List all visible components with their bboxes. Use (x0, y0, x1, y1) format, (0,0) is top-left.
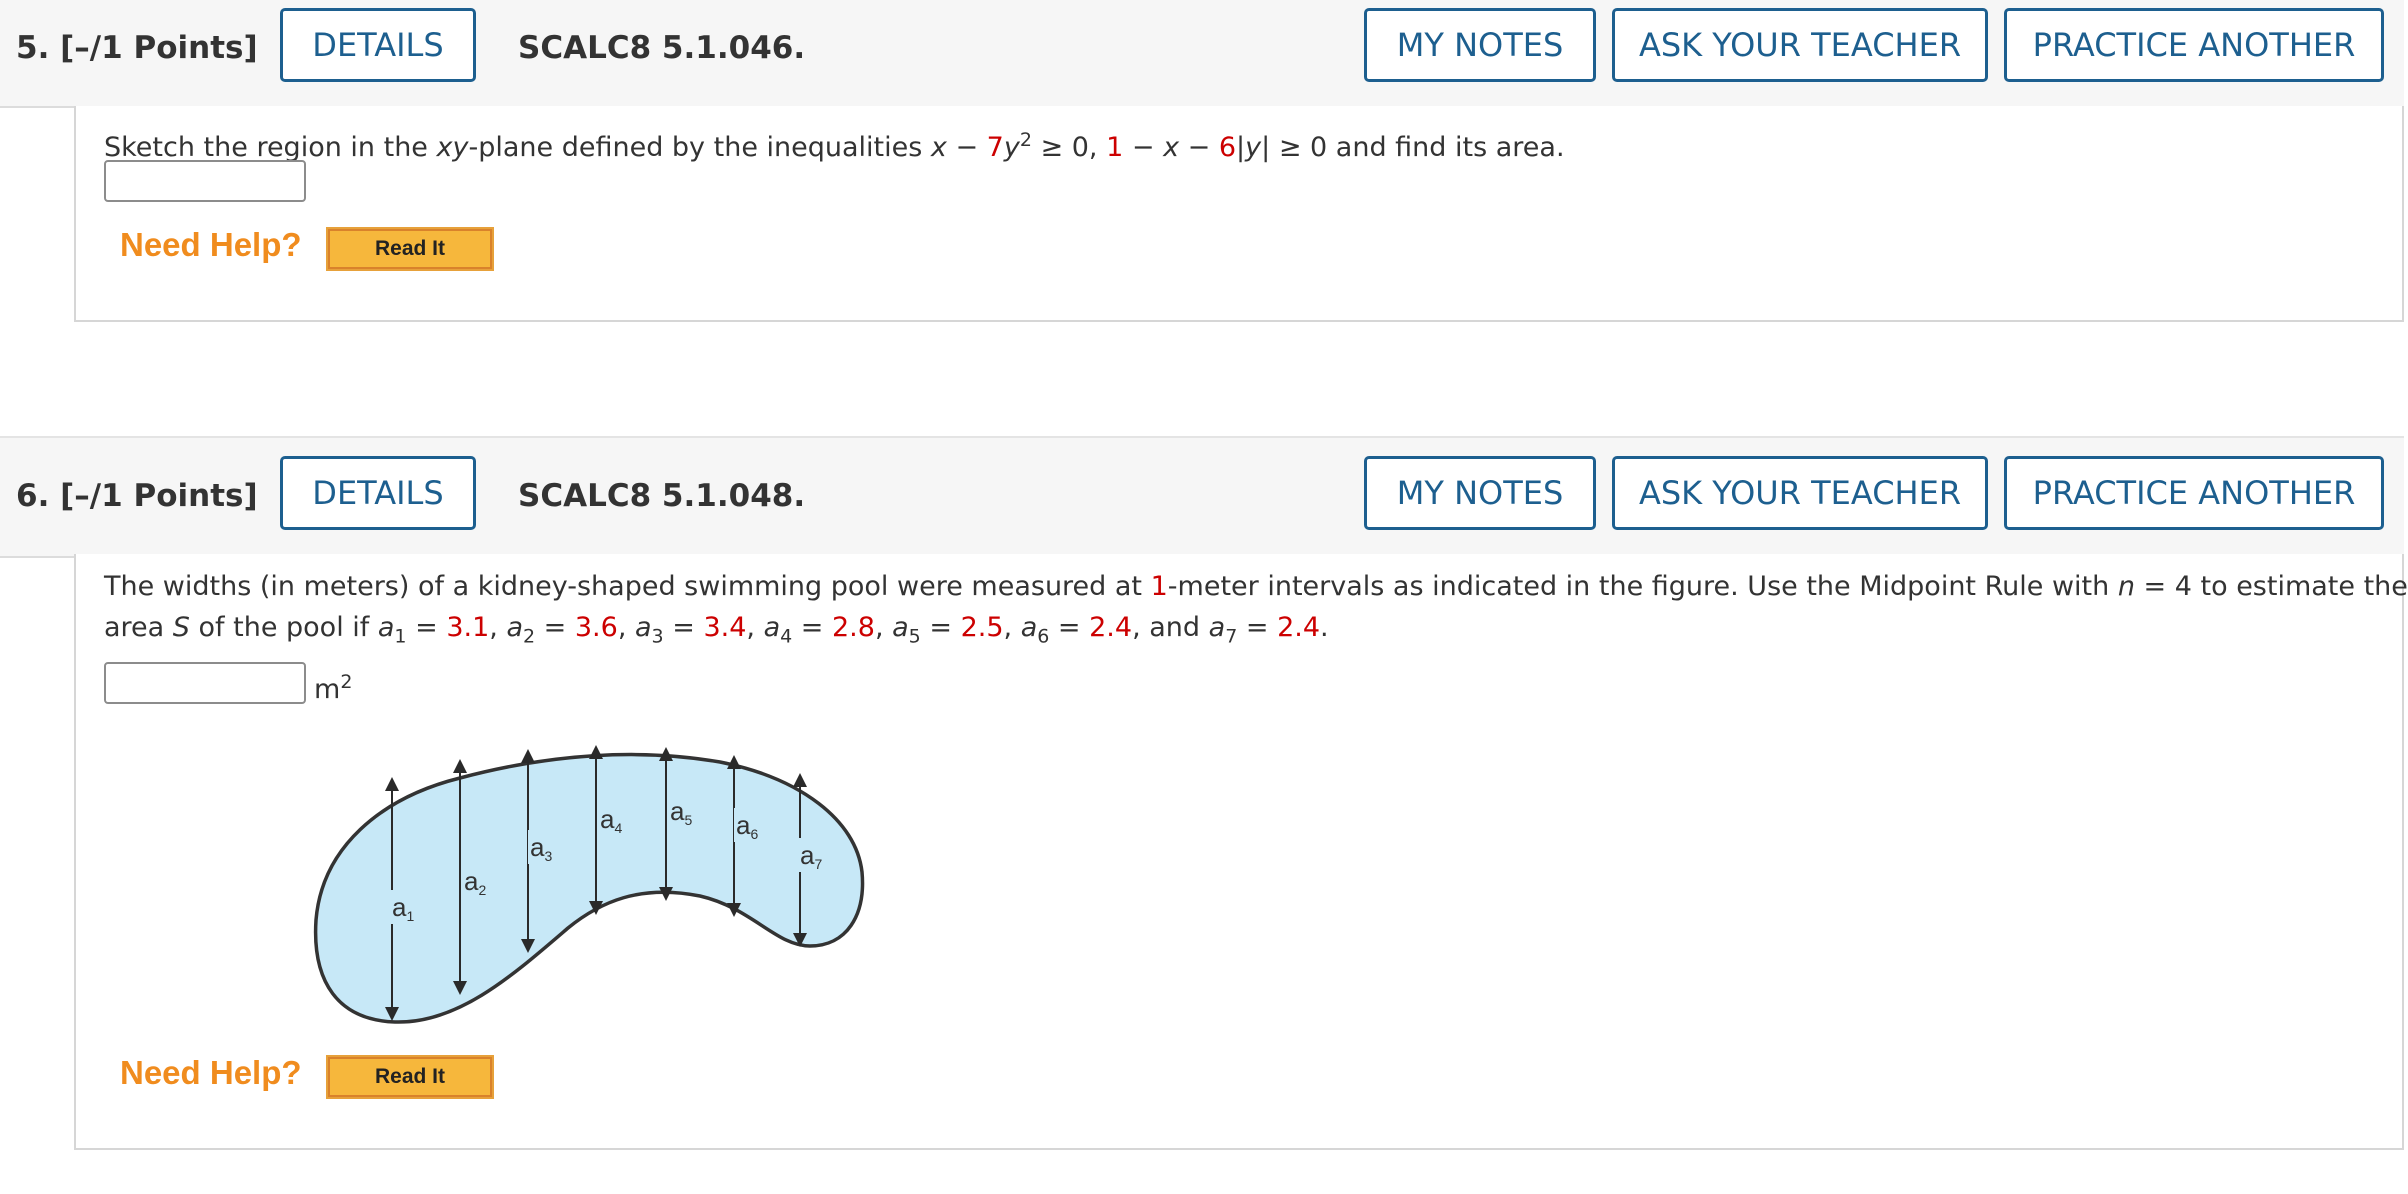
need-help-label: Need Help? (120, 1054, 302, 1091)
unit-exponent: 2 (340, 671, 353, 693)
prompt-text: Sketch the region in the (104, 132, 437, 163)
width-term: a4 = 2.8 (763, 612, 875, 648)
prompt-text: of the pool if (189, 612, 378, 643)
var-S: S (172, 612, 190, 643)
coefficient: 6 (1218, 132, 1237, 163)
var-y: y (1003, 132, 1020, 163)
width-value: 2.4 (1089, 612, 1133, 643)
width-value: 2.4 (1277, 612, 1321, 643)
abs-bar: | (1261, 132, 1271, 163)
question-number: 6. [–/1 Points] (16, 478, 258, 514)
pool-figure: a1a2a3a4a5 a6a7 (313, 745, 865, 1024)
my-notes-button[interactable]: MY NOTES (1364, 456, 1596, 530)
var-a: a (1208, 612, 1226, 643)
width-term: a7 = 2.4 (1208, 612, 1321, 648)
width-term: a1 = 3.1 (377, 612, 490, 648)
width-term: a6 = 2.4 (1020, 612, 1133, 648)
prompt-text: The widths (in meters) of a kidney-shape… (104, 571, 1151, 602)
ask-your-teacher-button[interactable]: ASK YOUR TEACHER (1612, 8, 1988, 82)
var-a: a (377, 612, 395, 643)
width-label-sub: 5 (684, 812, 692, 828)
abs-bar: | (1236, 132, 1246, 163)
problem-code: SCALC8 5.1.048. (518, 478, 806, 514)
subscript: 4 (780, 625, 793, 648)
question-prompt-line-1: The widths (in meters) of a kidney-shape… (104, 566, 2408, 607)
subscript: 1 (394, 625, 407, 648)
var-a: a (635, 612, 652, 643)
pool-outline (313, 752, 865, 1024)
var-x: x (930, 132, 947, 163)
unit-text: m (314, 674, 341, 705)
var-a: a (1020, 612, 1038, 643)
operator: − (1179, 132, 1219, 163)
width-label-sub: 1 (406, 908, 414, 924)
ask-your-teacher-button[interactable]: ASK YOUR TEACHER (1612, 456, 1988, 530)
width-label-sub: 7 (814, 856, 822, 872)
prompt-text: area (104, 612, 173, 643)
operator: ≥ 0 (1270, 132, 1336, 163)
width-value: 2.8 (832, 612, 875, 643)
prompt-text: = 4 to estimate the (2134, 571, 2408, 602)
operator: ≥ 0, (1031, 132, 1107, 163)
width-term: a2 = 3.6 (506, 612, 618, 648)
answer-input[interactable] (104, 662, 306, 704)
question-number: 5. [–/1 Points] (16, 30, 258, 66)
question-prompt: Sketch the region in the xy-plane define… (104, 120, 1565, 168)
coefficient: 7 (986, 132, 1004, 163)
details-button[interactable]: DETAILS (280, 8, 476, 82)
read-it-button[interactable]: Read It (326, 1055, 494, 1099)
question-5-header: 5. [–/1 Points] DETAILS SCALC8 5.1.046. … (0, 0, 2404, 108)
read-it-button[interactable]: Read It (326, 227, 494, 271)
interval-value: 1 (1150, 571, 1168, 602)
subscript: 2 (522, 625, 536, 648)
prompt-text: -plane defined by the inequalities (468, 132, 931, 163)
width-value: 3.1 (446, 612, 490, 643)
subscript: 5 (908, 625, 921, 648)
subscript: 7 (1225, 625, 1238, 648)
answer-input[interactable] (104, 160, 306, 202)
practice-another-button[interactable]: PRACTICE ANOTHER (2004, 456, 2384, 530)
prompt-text: and find its area. (1335, 132, 1565, 163)
question-6-header: 6. [–/1 Points] DETAILS SCALC8 5.1.048. … (0, 436, 2404, 558)
width-label-sub: 4 (614, 820, 622, 836)
question-prompt-line-2: area S of the pool if a1 = 3.1, a2 = 3.6… (104, 612, 1329, 648)
width-label-sub: 3 (544, 848, 552, 864)
width-term: a3 = 3.4 (635, 612, 747, 648)
var-y: y (1245, 132, 1262, 163)
prompt-text: and (1149, 612, 1201, 643)
subscript: 6 (1037, 625, 1050, 648)
width-label-sub: 6 (750, 826, 758, 842)
need-help-label: Need Help? (120, 226, 302, 263)
subscript: 3 (651, 625, 664, 648)
var-a: a (763, 612, 781, 643)
problem-code: SCALC8 5.1.046. (518, 30, 806, 66)
constant: 1 (1106, 132, 1124, 163)
var-a: a (506, 612, 523, 643)
var-x: x (1163, 132, 1180, 163)
my-notes-button[interactable]: MY NOTES (1364, 8, 1596, 82)
details-button[interactable]: DETAILS (280, 456, 476, 530)
var-a: a (892, 612, 909, 643)
width-value: 2.5 (960, 612, 1004, 643)
prompt-var: xy (436, 132, 469, 163)
var-n: n (2117, 571, 2135, 602)
operator: − (946, 132, 987, 163)
operator: − (1123, 132, 1164, 163)
width-label-sub: 2 (478, 882, 486, 898)
prompt-text: -meter intervals as indicated in the fig… (1167, 571, 2118, 602)
width-term: a5 = 2.5 (892, 612, 1004, 648)
practice-another-button[interactable]: PRACTICE ANOTHER (2004, 8, 2384, 82)
width-value: 3.6 (574, 612, 618, 643)
exponent: 2 (1019, 129, 1032, 151)
width-value: 3.4 (703, 612, 747, 643)
answer-unit: m2 (314, 662, 352, 710)
